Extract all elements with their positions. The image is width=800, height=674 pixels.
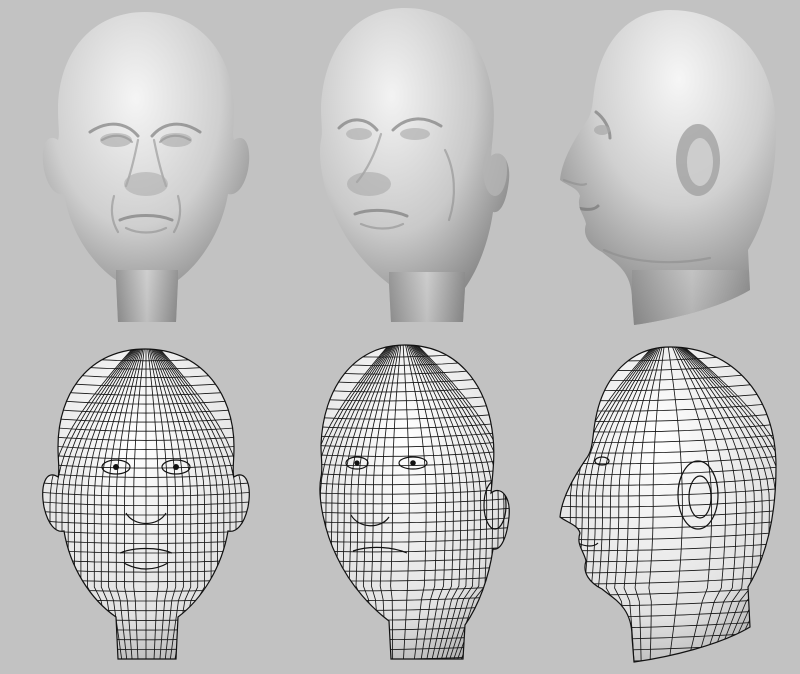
shaded-head-three-quarter-icon [319,8,510,322]
wireframe-head-front-icon [42,348,250,660]
shaded-three-quarter-panel [295,0,525,335]
head-model-sheet [0,0,800,674]
shaded-head-side-icon [560,10,776,325]
wireframe-three-quarter-panel [295,337,525,674]
wireframe-front-panel [30,337,260,674]
shaded-side-panel [540,0,800,335]
shaded-front-panel [30,0,260,335]
wireframe-side-panel [540,337,800,674]
wireframe-head-three-quarter-icon [319,344,510,660]
shaded-head-front-icon [42,12,250,322]
wireframe-head-side-icon [559,346,777,663]
